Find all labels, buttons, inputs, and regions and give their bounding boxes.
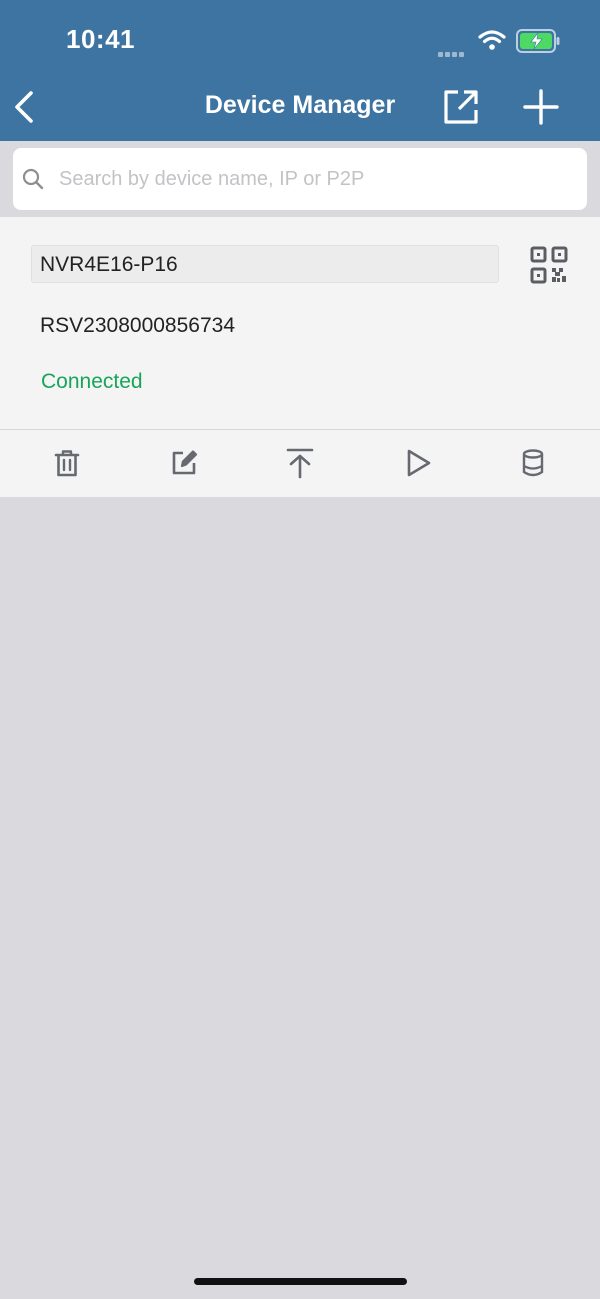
- device-toolbar: [0, 430, 600, 497]
- page-title: Device Manager: [204, 91, 396, 119]
- app-header: 10:41 Device Manager: [0, 0, 600, 141]
- search-icon: [22, 168, 44, 190]
- connection-status: Connected: [41, 370, 143, 393]
- device-card: NVR4E16-P16 RSV2308000856734 Connected: [0, 217, 600, 429]
- delete-button[interactable]: [51, 446, 83, 480]
- play-button[interactable]: [402, 446, 434, 480]
- battery-charging-icon: [516, 29, 560, 53]
- storage-button[interactable]: [517, 446, 549, 480]
- search-bar[interactable]: [13, 148, 587, 210]
- home-indicator: [194, 1278, 407, 1285]
- upload-button[interactable]: [284, 446, 316, 480]
- device-name-field[interactable]: NVR4E16-P16: [31, 245, 499, 283]
- edit-button[interactable]: [168, 446, 200, 480]
- add-icon[interactable]: [522, 88, 560, 126]
- cellular-signal-icon: [438, 44, 466, 62]
- storage-icon: [522, 449, 544, 477]
- status-time: 10:41: [66, 24, 135, 54]
- share-icon[interactable]: [442, 88, 480, 126]
- wifi-icon: [478, 30, 506, 50]
- delete-icon: [54, 450, 80, 477]
- qr-code-icon[interactable]: [529, 245, 569, 285]
- search-input[interactable]: [59, 148, 569, 210]
- upload-icon: [286, 448, 314, 479]
- device-serial: RSV2308000856734: [40, 314, 236, 337]
- edit-icon: [172, 450, 198, 475]
- play-icon: [407, 449, 431, 477]
